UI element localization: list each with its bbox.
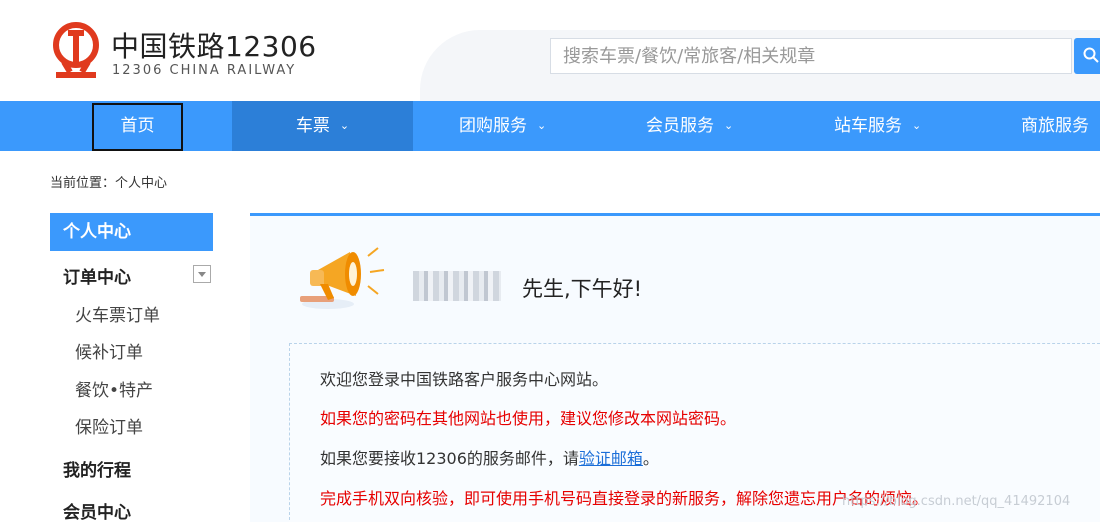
search-button[interactable] (1074, 38, 1100, 74)
chevron-down-icon: ⌄ (537, 119, 547, 132)
sidebar-item-waitlist-orders[interactable]: 候补订单 (75, 338, 143, 363)
search-icon (1083, 47, 1099, 63)
nav-item-business[interactable]: 商旅服务 (1021, 101, 1089, 151)
nav-item-group-buy[interactable]: 团购服务 ⌄ (459, 101, 546, 151)
watermark: https://blog.csdn.net/qq_41492104 (842, 494, 1071, 509)
nav-item-label: 商旅服务 (1021, 116, 1089, 136)
verify-email-link[interactable]: 验证邮箱 (579, 449, 643, 468)
sidebar-header[interactable]: 个人中心 (50, 213, 213, 251)
welcome-line: 欢迎您登录中国铁路客户服务中心网站。 (320, 370, 609, 389)
sidebar-item-member-center[interactable]: 会员中心 (63, 498, 131, 522)
sidebar-item-order-center[interactable]: 订单中心 (63, 263, 131, 288)
brand-subtitle: 12306 CHINA RAILWAY (112, 63, 297, 78)
password-warning: 如果您的密码在其他网站也使用，建议您修改本网站密码。 (320, 409, 737, 428)
greeting-text: 先生,下午好! (522, 277, 643, 301)
redacted-username (413, 271, 501, 301)
nav-item-member[interactable]: 会员服务 ⌄ (646, 101, 733, 151)
nav-item-station[interactable]: 站车服务 ⌄ (834, 101, 921, 151)
header: 中国铁路12306 12306 CHINA RAILWAY (0, 0, 1100, 110)
railway-logo-icon[interactable] (50, 22, 102, 82)
breadcrumb: 当前位置：个人中心 (50, 176, 168, 191)
sidebar-item-my-trips[interactable]: 我的行程 (63, 456, 131, 481)
triangle-down-icon (198, 272, 206, 277)
nav-item-tickets[interactable]: 车票 ⌄ (232, 101, 413, 151)
page: 中国铁路12306 12306 CHINA RAILWAY 首页 车票 ⌄ 团购服… (0, 0, 1100, 522)
chevron-down-icon: ⌄ (724, 119, 734, 132)
sidebar-item-insurance-orders[interactable]: 保险订单 (75, 413, 143, 438)
email-verify-line: 如果您要接收12306的服务邮件，请验证邮箱。 (320, 445, 659, 469)
nav-item-label: 首页 (120, 116, 155, 136)
megaphone-icon (300, 247, 385, 309)
nav-item-label: 会员服务 (646, 116, 714, 136)
brand-title: 中国铁路12306 (111, 30, 317, 63)
search-box (550, 38, 1072, 74)
phone-verify-notice: 完成手机双向核验，即可使用手机号码直接登录的新服务，解除您遗忘用户名的烦恼。 (320, 489, 929, 508)
nav-item-label: 团购服务 (459, 116, 527, 136)
sidebar-item-catering[interactable]: 餐饮•特产 (75, 376, 153, 401)
email-verify-prefix: 如果您要接收12306的服务邮件，请 (320, 449, 579, 468)
chevron-down-icon: ⌄ (339, 119, 350, 132)
nav-item-label: 站车服务 (834, 116, 902, 136)
chevron-down-icon: ⌄ (912, 119, 922, 132)
main-nav: 首页 车票 ⌄ 团购服务 ⌄ 会员服务 ⌄ 站车服务 ⌄ 商旅服务 (0, 101, 1100, 151)
search-input[interactable] (551, 39, 1051, 73)
main-panel: 先生,下午好! 欢迎您登录中国铁路客户服务中心网站。 如果您的密码在其他网站也使… (250, 213, 1100, 522)
sidebar-item-train-orders[interactable]: 火车票订单 (75, 301, 160, 326)
collapse-toggle-button[interactable] (193, 265, 211, 283)
nav-item-home[interactable]: 首页 (92, 103, 183, 151)
email-verify-suffix: 。 (642, 449, 659, 468)
nav-item-label: 车票 (295, 116, 330, 136)
